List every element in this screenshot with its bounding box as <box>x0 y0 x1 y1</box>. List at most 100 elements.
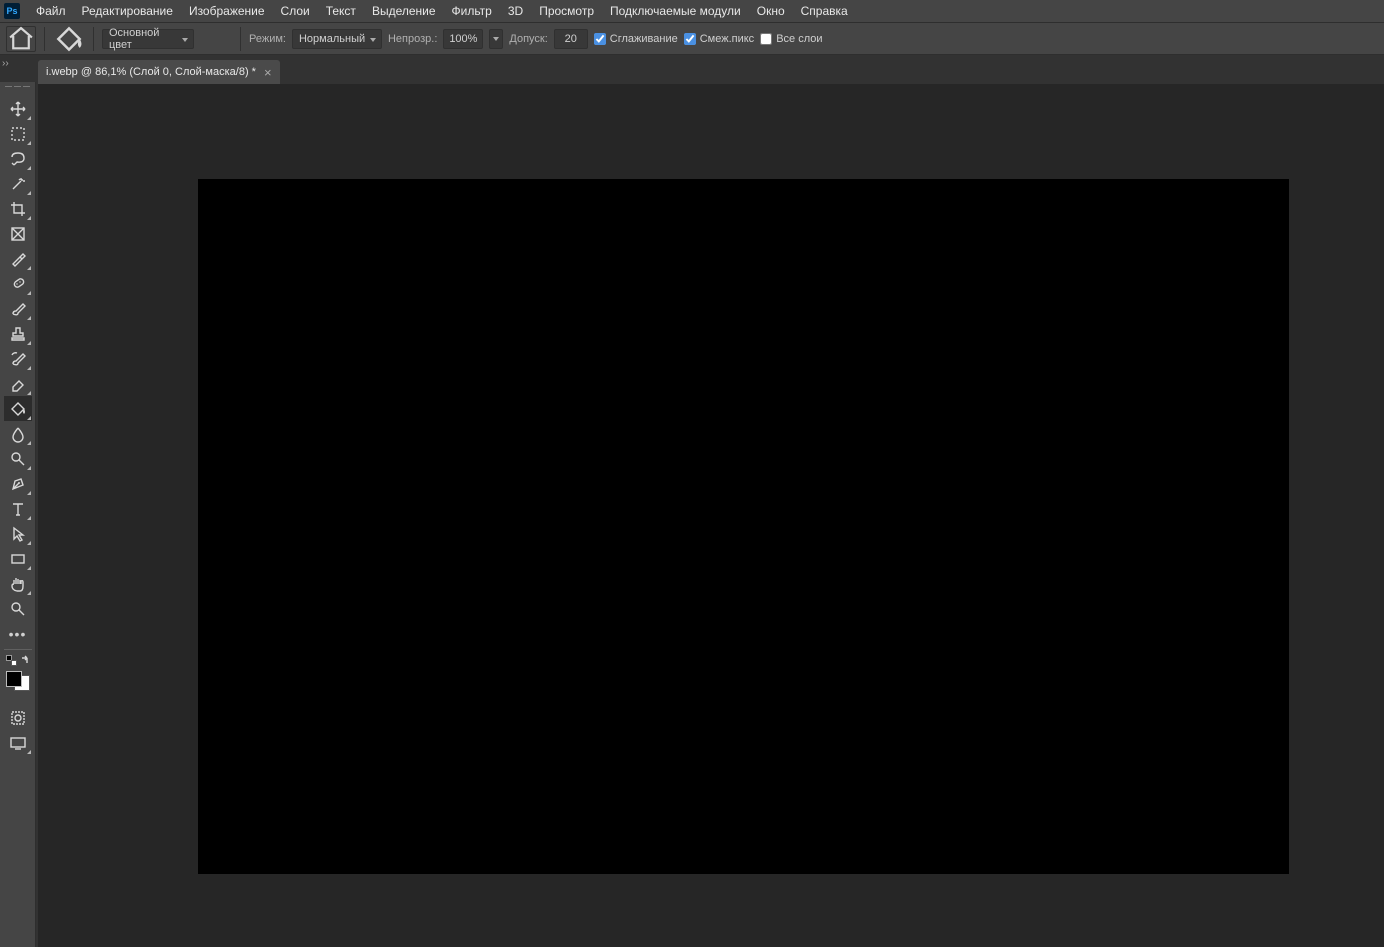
all-layers-checkbox[interactable] <box>760 33 772 45</box>
history-brush-tool[interactable] <box>4 346 32 371</box>
separator <box>4 649 32 650</box>
brush-tool[interactable] <box>4 296 32 321</box>
quick-mask-button[interactable] <box>4 705 32 730</box>
move-tool[interactable] <box>4 96 32 121</box>
document-tab-title: i.webp @ 86,1% (Слой 0, Слой-маска/8) * <box>46 66 256 78</box>
color-swatch[interactable] <box>4 669 32 693</box>
separator <box>44 27 45 51</box>
menu-window[interactable]: Окно <box>749 1 793 21</box>
more-icon: ••• <box>9 626 27 642</box>
options-bar: Основной цвет Режим: Нормальный Непрозр.… <box>0 22 1384 55</box>
blur-icon <box>9 425 27 443</box>
hand-tool[interactable] <box>4 571 32 596</box>
hand-icon <box>9 575 27 593</box>
marquee-tool[interactable] <box>4 121 32 146</box>
document-tab[interactable]: i.webp @ 86,1% (Слой 0, Слой-маска/8) * … <box>38 60 280 84</box>
opacity-value: 100% <box>449 33 477 45</box>
zoom-tool[interactable] <box>4 596 32 621</box>
menu-file[interactable]: Файл <box>28 1 74 21</box>
blend-mode-select[interactable]: Нормальный <box>292 29 382 49</box>
document-tab-bar: i.webp @ 86,1% (Слой 0, Слой-маска/8) * … <box>38 58 1384 84</box>
dodge-tool[interactable] <box>4 446 32 471</box>
blur-tool[interactable] <box>4 421 32 446</box>
wand-icon <box>9 175 27 193</box>
menu-type[interactable]: Текст <box>318 1 364 21</box>
tolerance-value: 20 <box>565 33 577 45</box>
path-selection-tool[interactable] <box>4 521 32 546</box>
lasso-tool[interactable] <box>4 146 32 171</box>
app-logo: Ps <box>4 3 20 19</box>
pen-tool[interactable] <box>4 471 32 496</box>
menu-filter[interactable]: Фильтр <box>444 1 500 21</box>
home-button[interactable] <box>6 26 36 52</box>
default-colors-button[interactable] <box>6 655 16 665</box>
fill-source-select[interactable]: Основной цвет <box>102 29 194 49</box>
menu-3d[interactable]: 3D <box>500 1 531 21</box>
swap-colors-icon[interactable] <box>20 655 30 665</box>
stamp-icon <box>9 325 27 343</box>
type-icon <box>9 500 27 518</box>
current-tool-indicator[interactable] <box>53 26 85 52</box>
separator <box>240 27 241 51</box>
close-tab-icon[interactable]: × <box>264 65 272 80</box>
expand-panels-toggle[interactable]: ›› <box>2 58 14 68</box>
all-layers-label: Все слои <box>776 33 822 45</box>
opacity-label: Непрозр.: <box>388 33 437 45</box>
canvas-area[interactable] <box>38 84 1384 947</box>
eraser-icon <box>9 375 27 393</box>
toolbox: ••• <box>0 82 36 947</box>
move-icon <box>9 100 27 118</box>
type-tool[interactable] <box>4 496 32 521</box>
history-brush-icon <box>9 350 27 368</box>
dodge-icon <box>9 450 27 468</box>
home-icon <box>7 25 35 53</box>
menu-plugins[interactable]: Подключаемые модули <box>602 1 749 21</box>
tolerance-label: Допуск: <box>509 33 547 45</box>
menu-image[interactable]: Изображение <box>181 1 273 21</box>
edit-toolbar-button[interactable]: ••• <box>4 621 32 646</box>
rectangle-tool[interactable] <box>4 546 32 571</box>
all-layers-option[interactable]: Все слои <box>760 33 822 45</box>
pen-icon <box>9 475 27 493</box>
rectangle-icon <box>9 550 27 568</box>
brush-icon <box>9 300 27 318</box>
crop-tool[interactable] <box>4 196 32 221</box>
spot-healing-tool[interactable] <box>4 271 32 296</box>
fill-source-label: Основной цвет <box>109 27 175 51</box>
opacity-dropdown[interactable] <box>489 29 503 49</box>
menu-bar: Ps Файл Редактирование Изображение Слои … <box>0 0 1384 22</box>
menu-layer[interactable]: Слои <box>273 1 318 21</box>
contiguous-option[interactable]: Смеж.пикс <box>684 33 754 45</box>
frame-icon <box>9 225 27 243</box>
eyedropper-tool[interactable] <box>4 246 32 271</box>
tolerance-input[interactable]: 20 <box>554 29 588 49</box>
opacity-input[interactable]: 100% <box>443 29 483 49</box>
antialias-checkbox[interactable] <box>594 33 606 45</box>
menu-select[interactable]: Выделение <box>364 1 444 21</box>
eyedropper-icon <box>9 250 27 268</box>
antialias-option[interactable]: Сглаживание <box>594 33 678 45</box>
menu-view[interactable]: Просмотр <box>531 1 602 21</box>
foreground-color-swatch[interactable] <box>6 671 22 687</box>
contiguous-checkbox[interactable] <box>684 33 696 45</box>
screen-mode-button[interactable] <box>4 730 32 755</box>
marquee-icon <box>9 125 27 143</box>
separator <box>93 27 94 51</box>
menu-edit[interactable]: Редактирование <box>74 1 181 21</box>
menu-help[interactable]: Справка <box>793 1 856 21</box>
bucket-icon <box>9 400 27 418</box>
healing-icon <box>9 275 27 293</box>
toolbox-grip[interactable] <box>3 86 33 92</box>
antialias-label: Сглаживание <box>610 33 678 45</box>
screen-mode-icon <box>9 734 27 752</box>
frame-tool[interactable] <box>4 221 32 246</box>
eraser-tool[interactable] <box>4 371 32 396</box>
quick-mask-icon <box>9 709 27 727</box>
clone-stamp-tool[interactable] <box>4 321 32 346</box>
arrow-icon <box>9 525 27 543</box>
contiguous-label: Смеж.пикс <box>700 33 754 45</box>
magic-wand-tool[interactable] <box>4 171 32 196</box>
blend-mode-value: Нормальный <box>299 33 365 45</box>
document-canvas[interactable] <box>198 179 1289 874</box>
paint-bucket-tool[interactable] <box>4 396 32 421</box>
